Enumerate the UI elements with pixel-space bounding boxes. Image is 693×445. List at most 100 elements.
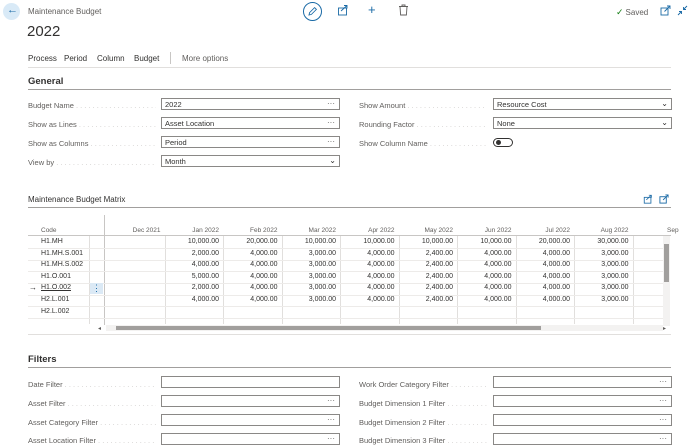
lookup-dots-icon[interactable]: ··· (327, 415, 335, 424)
matrix-cell-0-3[interactable]: 10,000.00 (282, 238, 336, 245)
asset-filter-field[interactable]: ··· (161, 395, 340, 407)
column-header-3[interactable]: Mar 2022 (286, 227, 336, 234)
matrix-cell-2-5[interactable]: 2,400.00 (399, 261, 453, 268)
collapse-button[interactable] (677, 5, 688, 18)
matrix-cell-0-7[interactable]: 20,000.00 (516, 238, 570, 245)
matrix-cell-1-1[interactable]: 2,000.00 (165, 250, 219, 257)
row-code-4[interactable]: H1.O.002 (41, 284, 71, 291)
matrix-cell-0-1[interactable]: 10,000.00 (165, 238, 219, 245)
row-code-0[interactable]: H1.MH (41, 238, 63, 245)
view-by-select[interactable]: Month ⌄ (161, 155, 340, 167)
lookup-dots-icon[interactable]: ··· (327, 99, 335, 108)
matrix-cell-1-5[interactable]: 2,400.00 (399, 250, 453, 257)
matrix-cell-3-6[interactable]: 4,000.00 (458, 273, 511, 280)
scroll-left-arrow-icon[interactable]: ◂ (98, 325, 101, 332)
matrix-cell-1-4[interactable]: 4,000.00 (341, 250, 394, 257)
lookup-dots-icon[interactable]: ··· (327, 396, 335, 405)
matrix-cell-0-6[interactable]: 10,000.00 (458, 238, 511, 245)
add-button[interactable]: + (368, 2, 376, 17)
lookup-dots-icon[interactable]: ··· (327, 434, 335, 443)
share-button[interactable] (337, 4, 349, 18)
matrix-cell-5-2[interactable]: 4,000.00 (224, 296, 277, 303)
matrix-cell-1-2[interactable]: 4,000.00 (224, 250, 277, 257)
matrix-cell-1-6[interactable]: 4,000.00 (458, 250, 511, 257)
edit-button[interactable] (303, 2, 322, 21)
matrix-cell-5-3[interactable]: 3,000.00 (282, 296, 336, 303)
matrix-cell-3-1[interactable]: 5,000.00 (165, 273, 219, 280)
matrix-cell-5-1[interactable]: 4,000.00 (165, 296, 219, 303)
matrix-cell-4-7[interactable]: 4,000.00 (516, 284, 570, 291)
row-code-1[interactable]: H1.MH.S.001 (41, 250, 83, 257)
matrix-cell-3-7[interactable]: 4,000.00 (516, 273, 570, 280)
column-header-9[interactable]: Sep (667, 227, 687, 234)
column-header-5[interactable]: May 2022 (403, 227, 453, 234)
matrix-cell-4-5[interactable]: 2,400.00 (399, 284, 453, 291)
work-order-category-filter-field[interactable]: ··· (493, 376, 672, 388)
matrix-cell-3-5[interactable]: 2,400.00 (399, 273, 453, 280)
row-code-5[interactable]: H2.L.001 (41, 296, 69, 303)
lookup-dots-icon[interactable]: ··· (659, 377, 667, 386)
row-code-6[interactable]: H2.L.002 (41, 308, 69, 315)
matrix-cell-0-4[interactable]: 10,000.00 (341, 238, 394, 245)
column-header-4[interactable]: Apr 2022 (345, 227, 394, 234)
matrix-cell-4-6[interactable]: 4,000.00 (458, 284, 511, 291)
matrix-cell-4-2[interactable]: 4,000.00 (224, 284, 277, 291)
matrix-share-button[interactable] (643, 194, 653, 206)
row-code-3[interactable]: H1.O.001 (41, 273, 71, 280)
budget-name-field[interactable]: 2022 ··· (161, 98, 340, 110)
show-column-name-toggle[interactable] (493, 138, 513, 147)
matrix-cell-4-8[interactable]: 3,000.00 (575, 284, 628, 291)
matrix-cell-2-1[interactable]: 4,000.00 (165, 261, 219, 268)
vertical-scrollbar[interactable] (663, 236, 670, 326)
date-filter-field[interactable] (161, 376, 340, 388)
matrix-cell-3-3[interactable]: 3,000.00 (282, 273, 336, 280)
matrix-cell-4-3[interactable]: 3,000.00 (282, 284, 336, 291)
budget-dimension-2-filter-field[interactable]: ··· (493, 414, 672, 426)
menu-period[interactable]: Period (64, 54, 87, 63)
matrix-cell-2-3[interactable]: 3,000.00 (282, 261, 336, 268)
show-amount-select[interactable]: Resource Cost ⌄ (493, 98, 672, 110)
matrix-cell-2-6[interactable]: 4,000.00 (458, 261, 511, 268)
matrix-cell-4-4[interactable]: 4,000.00 (341, 284, 394, 291)
matrix-cell-2-8[interactable]: 3,000.00 (575, 261, 628, 268)
lookup-dots-icon[interactable]: ··· (659, 396, 667, 405)
matrix-cell-5-6[interactable]: 4,000.00 (458, 296, 511, 303)
matrix-cell-1-7[interactable]: 4,000.00 (516, 250, 570, 257)
matrix-cell-3-8[interactable]: 3,000.00 (575, 273, 628, 280)
matrix-cell-1-3[interactable]: 3,000.00 (282, 250, 336, 257)
asset-location-filter-field[interactable]: ··· (161, 433, 340, 445)
column-header-2[interactable]: Feb 2022 (228, 227, 277, 234)
matrix-cell-4-1[interactable]: 2,000.00 (165, 284, 219, 291)
lookup-dots-icon[interactable]: ··· (659, 415, 667, 424)
show-as-columns-field[interactable]: Period ··· (161, 136, 340, 148)
vertical-scroll-thumb[interactable] (664, 244, 669, 282)
budget-dimension-3-filter-field[interactable]: ··· (493, 433, 672, 445)
open-new-window-button[interactable] (660, 5, 671, 18)
column-header-6[interactable]: Jun 2022 (462, 227, 512, 234)
matrix-cell-2-4[interactable]: 4,000.00 (341, 261, 394, 268)
scroll-right-arrow-icon[interactable]: ▸ (663, 325, 666, 332)
matrix-open-button[interactable] (659, 194, 669, 206)
matrix-cell-5-5[interactable]: 2,400.00 (399, 296, 453, 303)
horizontal-scroll-thumb[interactable] (116, 326, 541, 330)
show-as-lines-field[interactable]: Asset Location ··· (161, 117, 340, 129)
delete-button[interactable] (398, 4, 409, 18)
matrix-cell-5-8[interactable]: 3,000.00 (575, 296, 628, 303)
menu-more-options[interactable]: More options (182, 54, 228, 63)
matrix-cell-3-2[interactable]: 4,000.00 (224, 273, 277, 280)
matrix-cell-0-8[interactable]: 30,000.00 (575, 238, 628, 245)
matrix-cell-3-4[interactable]: 4,000.00 (341, 273, 394, 280)
horizontal-scrollbar[interactable] (106, 325, 663, 331)
rounding-factor-select[interactable]: None ⌄ (493, 117, 672, 129)
column-header-8[interactable]: Aug 2022 (579, 227, 629, 234)
row-actions-menu-icon[interactable]: ⋮ (90, 283, 103, 294)
column-header-1[interactable]: Jan 2022 (169, 227, 219, 234)
column-header-7[interactable]: Jul 2022 (520, 227, 570, 234)
matrix-cell-5-7[interactable]: 4,000.00 (516, 296, 570, 303)
column-header-0[interactable]: Dec 2021 (111, 227, 161, 234)
menu-budget[interactable]: Budget (134, 54, 159, 63)
matrix-cell-1-8[interactable]: 3,000.00 (575, 250, 628, 257)
matrix-cell-0-5[interactable]: 10,000.00 (399, 238, 453, 245)
row-code-2[interactable]: H1.MH.S.002 (41, 261, 83, 268)
lookup-dots-icon[interactable]: ··· (327, 118, 335, 127)
